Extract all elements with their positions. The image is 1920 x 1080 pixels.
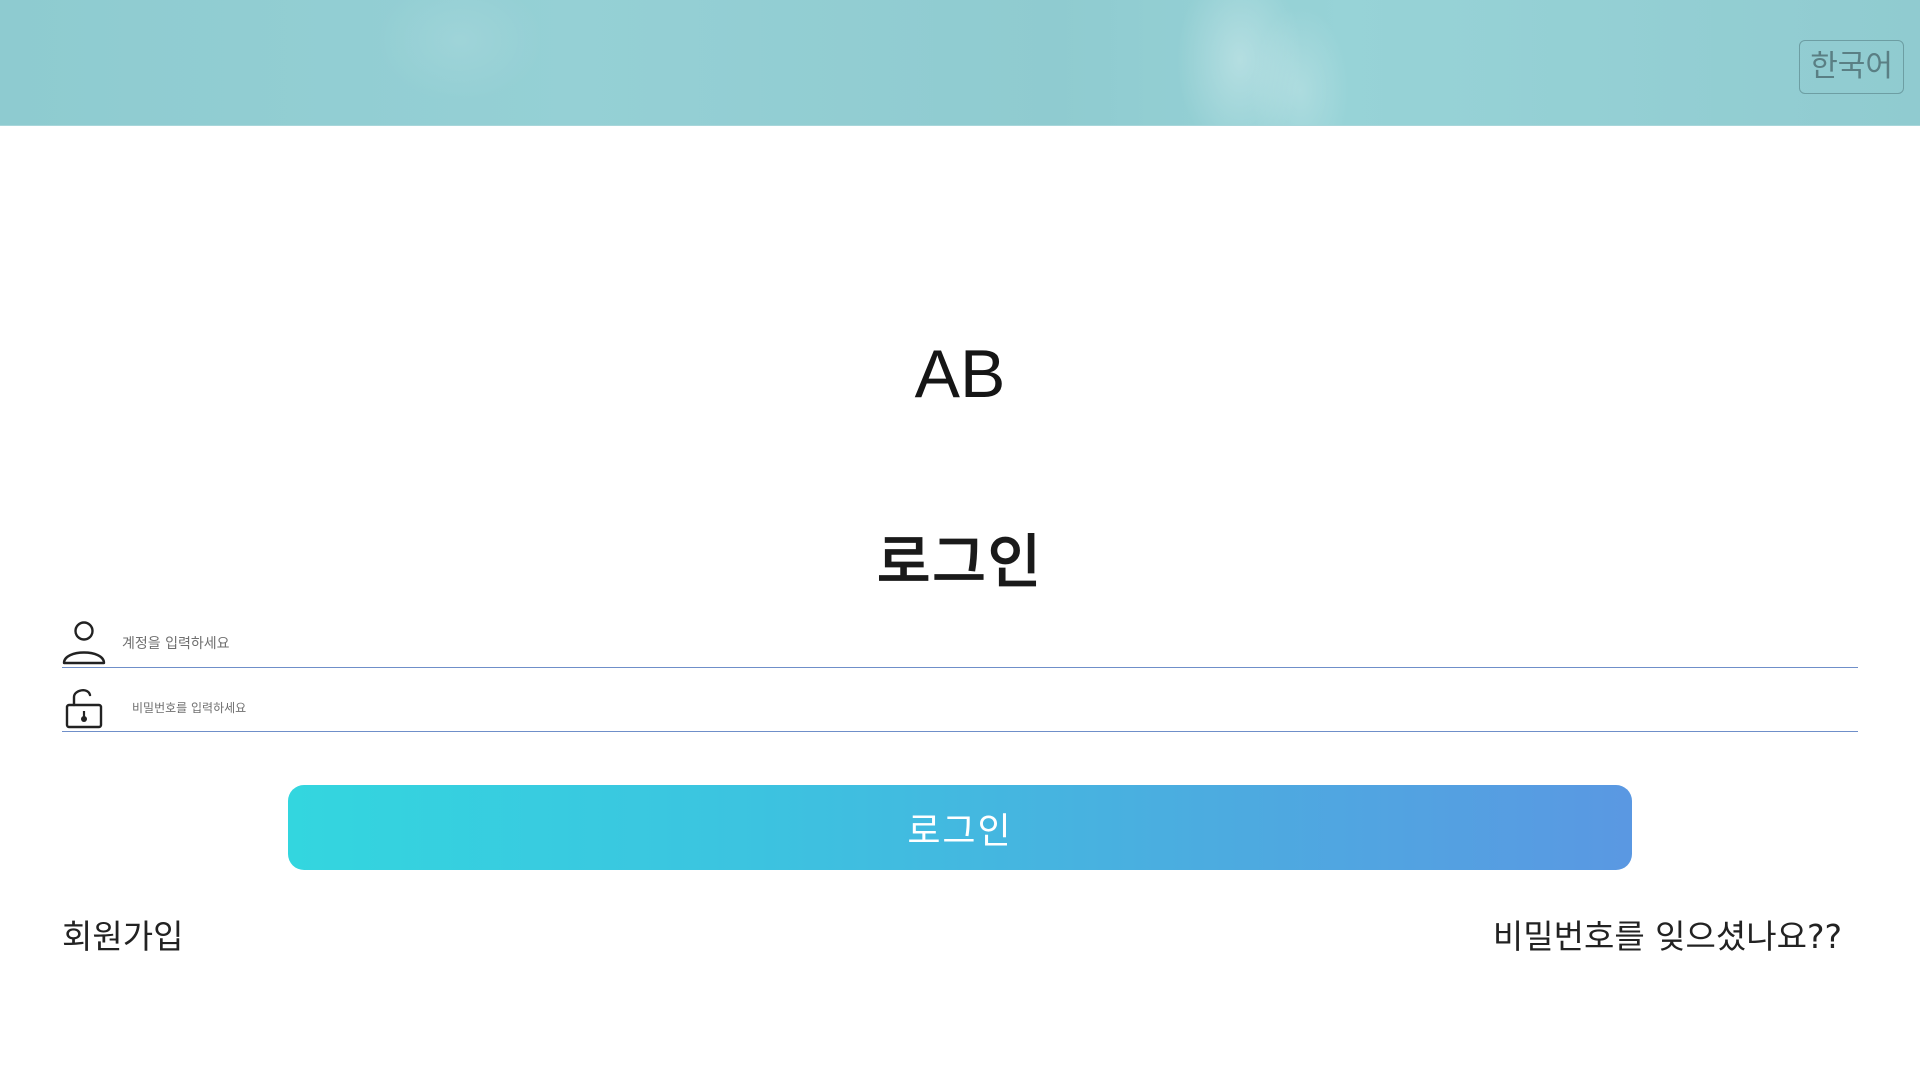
language-selector-button[interactable]: 한국어	[1799, 40, 1904, 94]
account-input[interactable]	[122, 629, 1822, 659]
header-banner: 한국어	[0, 0, 1920, 126]
password-input[interactable]	[132, 693, 1832, 723]
lock-icon	[62, 683, 106, 729]
app-logo-text: AB	[914, 336, 1006, 412]
user-icon	[62, 619, 106, 665]
login-submit-button[interactable]: 로그인	[288, 785, 1632, 870]
login-heading: 로그인	[876, 528, 1044, 596]
login-page: 한국어 AB 로그인 로그인	[0, 0, 1920, 1080]
forgot-password-link[interactable]: 비밀번호를 잊으셨나요??	[1493, 912, 1842, 962]
signup-link[interactable]: 회원가입	[62, 912, 183, 962]
password-field-row	[62, 676, 1858, 732]
account-field-row	[62, 612, 1858, 668]
